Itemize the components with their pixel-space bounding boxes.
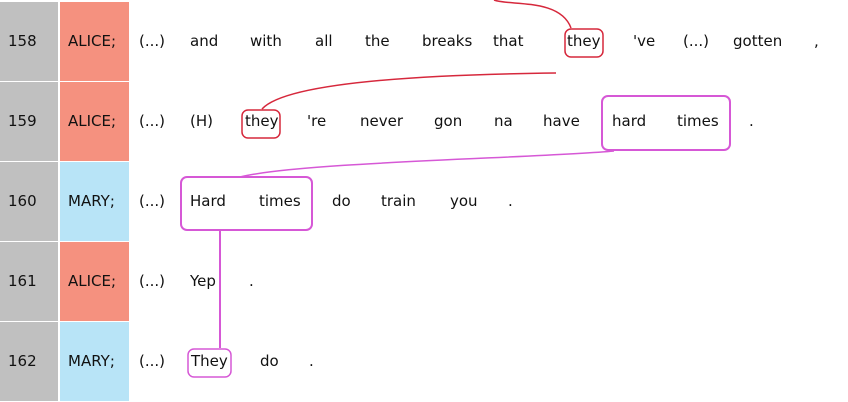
token-times: times (677, 112, 719, 130)
token-hard: Hard (190, 192, 226, 210)
transcript-row-159: 159 ALICE; (...) (H) they 're never gon … (0, 82, 848, 162)
token: never (360, 112, 404, 130)
token: 've (633, 32, 656, 50)
token: (...) (139, 112, 166, 130)
line-number: 158 (0, 2, 59, 81)
line-number: 160 (0, 162, 59, 241)
transcript-row-162: 162 MARY; (...) They do . (0, 322, 848, 402)
token: , (814, 32, 819, 50)
token-they: they (567, 32, 601, 50)
token: . (749, 112, 754, 130)
token-they: They (191, 352, 228, 370)
transcript-row-158: 158 ALICE; (...) and with all the breaks… (0, 2, 848, 82)
transcript-row-160: 160 MARY; (...) Hard times do train you … (0, 162, 848, 242)
token: gotten (733, 32, 783, 50)
line-number: 162 (0, 322, 59, 401)
token: . (508, 192, 513, 210)
token: 're (307, 112, 327, 130)
token: you (450, 192, 478, 210)
token: gon (434, 112, 463, 130)
token: do (332, 192, 351, 210)
token: . (249, 272, 254, 290)
speaker-label: ALICE; (60, 242, 129, 321)
token: (...) (139, 272, 166, 290)
speaker-label: ALICE; (60, 2, 129, 81)
line-number: 159 (0, 82, 59, 161)
token: with (250, 32, 282, 50)
token: (...) (139, 192, 166, 210)
token: have (543, 112, 580, 130)
token: all (315, 32, 333, 50)
line-number: 161 (0, 242, 59, 321)
token-hard: hard (612, 112, 647, 130)
token-times: times (259, 192, 301, 210)
speaker-label: MARY; (60, 322, 129, 401)
token: breaks (422, 32, 473, 50)
token: (...) (139, 32, 166, 50)
token: . (309, 352, 314, 370)
speaker-label: ALICE; (60, 82, 129, 161)
token: (...) (139, 352, 166, 370)
transcript-row-161: 161 ALICE; (...) Yep . (0, 242, 848, 322)
token: Yep (190, 272, 216, 290)
token: that (493, 32, 524, 50)
token: and (190, 32, 219, 50)
token: do (260, 352, 279, 370)
token: na (494, 112, 513, 130)
token: (...) (683, 32, 710, 50)
speaker-label: MARY; (60, 162, 129, 241)
token-they: they (245, 112, 279, 130)
token: (H) (190, 112, 213, 130)
token: the (365, 32, 390, 50)
token: train (381, 192, 416, 210)
